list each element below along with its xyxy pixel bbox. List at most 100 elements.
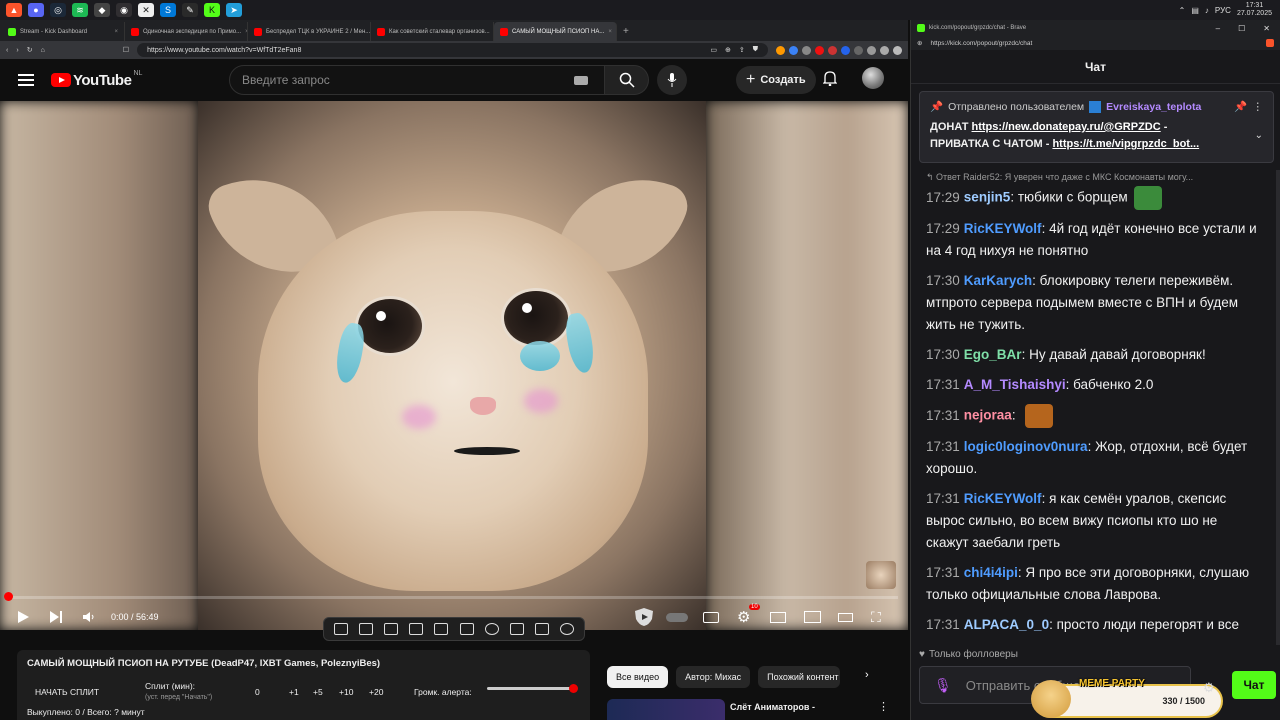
autoplay-toggle[interactable] [666, 607, 688, 627]
zoom-icon[interactable]: ⊕ [725, 46, 731, 54]
more-vert-icon[interactable]: ⋮ [1253, 101, 1264, 113]
extension-icon[interactable] [841, 45, 850, 55]
related-video-title[interactable]: Слёт Аниматоров - [730, 702, 815, 712]
start-split-button[interactable]: НАЧАТЬ СПЛИТ [35, 687, 145, 697]
donate-link[interactable]: https://new.donatepay.ru/@GRPZDC [972, 121, 1161, 133]
fullscreen-button[interactable]: ⛶ [871, 607, 881, 627]
chat-message[interactable]: 17:31 RicKEYWolf: я как семён уралов, ске… [911, 486, 1271, 556]
browser-tab[interactable]: Как советский сталевар организов...× [371, 22, 494, 41]
next-button[interactable] [49, 607, 63, 627]
avatar[interactable] [862, 67, 884, 89]
broadcast-icon[interactable] [358, 623, 373, 635]
voice-search-button[interactable] [657, 65, 687, 95]
close-icon[interactable]: ✕ [1263, 24, 1270, 33]
tab-close-icon[interactable]: × [114, 29, 118, 35]
chat-message[interactable]: 17:29 RicKEYWolf: 4й год идёт конечно все… [911, 216, 1271, 264]
brave-icon[interactable] [1266, 39, 1274, 47]
microphone-icon[interactable]: 🎙 [934, 677, 952, 694]
chat-scrollbar[interactable] [1276, 170, 1280, 645]
spotify-icon[interactable]: ≋ [72, 3, 88, 17]
clapper-icon[interactable] [409, 623, 424, 635]
language-indicator[interactable]: РУС [1215, 6, 1231, 15]
message-username[interactable]: RicKEYWolf [964, 221, 1042, 236]
progress-bar[interactable] [8, 596, 898, 599]
telegram-link[interactable]: https://t.me/vipgrpzdc_bot... [1052, 138, 1199, 150]
alert-volume-slider[interactable] [487, 684, 578, 693]
game-icon[interactable]: ◆ [94, 3, 110, 17]
chat-message[interactable]: 17:31 A_M_Tishaishyi: бабченко 2.0 [911, 372, 1271, 398]
chip-all-videos[interactable]: Все видео [607, 666, 669, 688]
search-input[interactable]: Введите запрос [229, 65, 605, 95]
extension-icon[interactable] [815, 45, 824, 55]
speed-icon[interactable] [484, 623, 499, 635]
brave-shield-icon[interactable]: ⛊ [753, 46, 758, 54]
url-field[interactable]: https://www.youtube.com/watch?v=WfTdT2eF… [137, 43, 768, 57]
extension-icon[interactable] [854, 45, 863, 55]
sponsor-shield-button[interactable] [633, 607, 655, 627]
cast-icon[interactable]: ▭ [710, 46, 717, 54]
discord-icon[interactable]: ● [28, 3, 44, 17]
brave-icon[interactable]: ▲ [6, 3, 22, 17]
browser-tab[interactable]: САМЫЙ МОЩНЫЙ ПСИОП НА... × [494, 22, 617, 41]
loop-icon[interactable] [333, 623, 348, 635]
meme-party-widget[interactable]: MEME PARTY 330 / 1500 [1031, 678, 1221, 718]
reply-preview[interactable]: ↰ Ответ Raider52: Я уверен что даже с МК… [911, 170, 1271, 184]
tray-chevron-icon[interactable]: ⌃ [1179, 6, 1186, 15]
increment-button[interactable]: +5 [313, 687, 339, 697]
obs-icon[interactable]: ◉ [116, 3, 132, 17]
extension-icon[interactable] [776, 45, 785, 55]
tab-close-icon[interactable]: × [608, 29, 612, 35]
screen-icon[interactable] [434, 623, 449, 635]
gear-icon[interactable] [560, 623, 575, 635]
chat-url[interactable]: https://kick.com/popout/grpzdc/chat [930, 40, 1032, 47]
send-chat-button[interactable]: Чат [1232, 671, 1276, 699]
menu-hamburger-icon[interactable] [18, 74, 34, 86]
message-username[interactable]: senjin5 [964, 190, 1011, 205]
forward-icon[interactable]: › [16, 47, 18, 54]
telegram-icon[interactable]: ➤ [226, 3, 242, 17]
settings-button[interactable]: ⚙ 10 [737, 604, 760, 627]
subtitles-button[interactable] [703, 607, 719, 627]
slider-handle[interactable] [569, 684, 578, 693]
chevron-down-icon[interactable]: ⌄ [1255, 130, 1263, 141]
browser-tab[interactable]: Беспредел ТЦК в УКРАИНЕ 2 / Мен...× [248, 22, 371, 41]
reload-icon[interactable]: ↻ [27, 46, 33, 54]
channel-watermark[interactable] [866, 561, 896, 589]
extensions-puzzle-icon[interactable] [880, 45, 889, 55]
add-clip-icon[interactable] [509, 623, 524, 635]
progress-scrubber[interactable] [4, 592, 13, 601]
back-icon[interactable]: ‹ [6, 47, 8, 54]
kick-icon[interactable]: K [204, 3, 220, 17]
message-username[interactable]: RicKEYWolf [964, 491, 1042, 506]
message-username[interactable]: Ego_BAr [964, 347, 1022, 362]
message-username[interactable]: chi4i4ipi [964, 565, 1018, 580]
menu-icon[interactable] [893, 45, 902, 55]
chip-author[interactable]: Автор: Михас [676, 666, 751, 688]
skype-icon[interactable]: S [160, 3, 176, 17]
message-username[interactable]: nejoraa [964, 408, 1012, 423]
steam-icon[interactable]: ◎ [50, 3, 66, 17]
extension-icon[interactable] [789, 45, 798, 55]
miniplayer-button[interactable] [770, 607, 786, 627]
extension-icon[interactable] [828, 45, 837, 55]
more-vert-icon[interactable]: ⋮ [878, 700, 889, 713]
chat-message[interactable]: 17:31 nejoraa: [911, 402, 1271, 430]
browser-tab[interactable]: Stream - Kick Dashboard × [2, 22, 125, 41]
chat-message[interactable]: 17:30 KarKarych: блокировку телеги пережи… [911, 268, 1271, 338]
chat-message[interactable]: 17:31 ALPACA_0_0: просто люди перегорят и… [911, 612, 1271, 638]
increment-button[interactable]: +10 [339, 687, 369, 697]
related-video-thumbnail[interactable] [607, 699, 725, 720]
play-button[interactable] [16, 607, 30, 627]
clock[interactable]: 17:31 27.07.2025 [1237, 2, 1272, 18]
theater-mode-button[interactable] [838, 607, 853, 627]
split-value[interactable]: 0 [255, 687, 289, 697]
message-username[interactable]: ALPACA_0_0 [964, 617, 1049, 632]
home-icon[interactable]: ⌂ [41, 47, 45, 54]
minimize-icon[interactable]: – [1216, 24, 1220, 33]
browser-tab[interactable]: Одиночная экспедиция по Примо...× [125, 22, 248, 41]
pinned-message[interactable]: 📌 Отправлено пользователем Evreiskaya_te… [919, 91, 1274, 163]
app-icon[interactable]: ✕ [138, 3, 154, 17]
new-tab-icon[interactable]: + [623, 26, 629, 37]
notifications-button[interactable] [822, 70, 838, 91]
unpin-icon[interactable]: 📌 [1234, 100, 1247, 113]
